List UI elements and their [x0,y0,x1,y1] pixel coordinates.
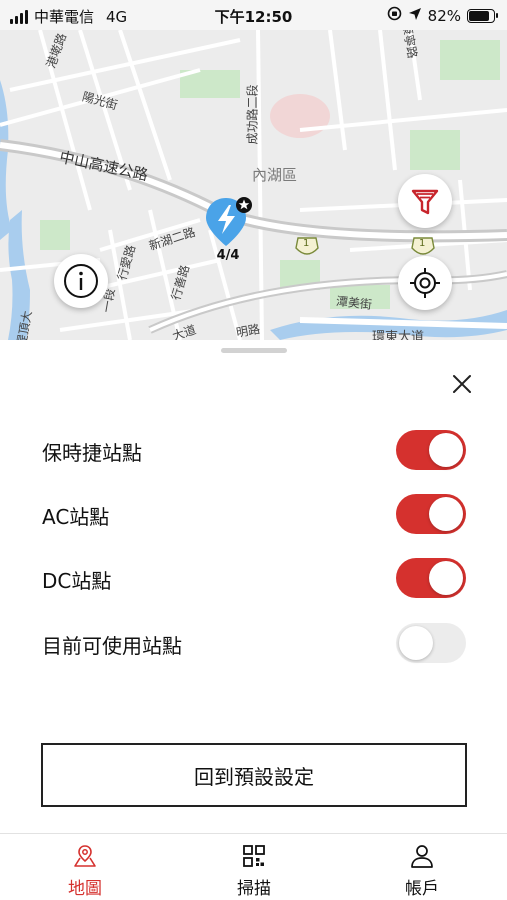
street-label: 潭美街 [335,294,373,312]
station-marker[interactable]: 4/4 [204,196,252,276]
highway-shield-number: 1 [303,238,310,249]
locate-button[interactable] [398,256,452,310]
tab-label: 地圖 [68,879,102,899]
lightning-pin-icon [206,197,252,246]
filter-option-available: 目前可使用站點 [0,618,507,668]
tab-label: 帳戶 [405,879,439,899]
tab-map[interactable]: 地圖 [25,842,145,899]
tab-label: 掃描 [237,879,271,899]
filter-option-label: 保時捷站點 [42,441,142,465]
status-bar: 中華電信 4G 下午12:50 82% [0,0,507,30]
tab-account[interactable]: 帳戶 [362,842,482,899]
district-label: 內湖區 [252,166,298,184]
tab-bar: 地圖 掃描 帳戶 [0,833,507,900]
ac-stations-toggle[interactable] [396,494,466,534]
dc-stations-toggle[interactable] [396,558,466,598]
filter-option-dc: DC站點 [0,553,507,603]
filter-option-label: AC站點 [42,505,110,529]
location-arrow-icon [408,7,422,25]
rotation-lock-icon [387,6,402,25]
reset-defaults-button[interactable]: 回到預設設定 [41,743,467,807]
street-label: 成功路二段 [245,84,260,145]
close-icon [453,375,471,393]
porsche-stations-toggle[interactable] [396,430,466,470]
highway-shield-number: 1 [419,238,426,249]
close-button[interactable] [448,370,476,398]
user-icon [411,845,433,868]
filter-option-porsche: 保時捷站點 [0,425,507,475]
tab-scan[interactable]: 掃描 [194,842,314,899]
street-label: 明路 [235,322,262,340]
battery-percent: 82% [427,6,461,25]
filter-option-label: 目前可使用站點 [42,634,182,658]
info-button[interactable] [54,254,108,308]
map-pin-icon [74,845,96,867]
filter-funnel-icon [411,189,439,215]
station-availability: 4/4 [216,248,240,263]
street-label: 環東大道 [372,330,425,340]
filter-sheet: 保時捷站點 AC站點 DC站點 目前可使用站點 回到預設設定 [0,340,507,833]
info-icon [64,264,98,298]
battery-icon [467,8,498,23]
filter-option-ac: AC站點 [0,489,507,539]
qr-scan-icon [243,845,265,867]
crosshair-locate-icon [410,268,440,298]
map-view[interactable]: 1 1 內湖區 中山高速公路 港墘路 陽光街 成功路二段 新湖二路 行善路 行愛… [0,30,507,340]
status-right: 82% [387,6,498,25]
sheet-drag-handle[interactable] [221,348,287,353]
filter-option-label: DC站點 [42,569,112,593]
filter-button[interactable] [398,174,452,228]
available-stations-toggle[interactable] [396,623,466,663]
